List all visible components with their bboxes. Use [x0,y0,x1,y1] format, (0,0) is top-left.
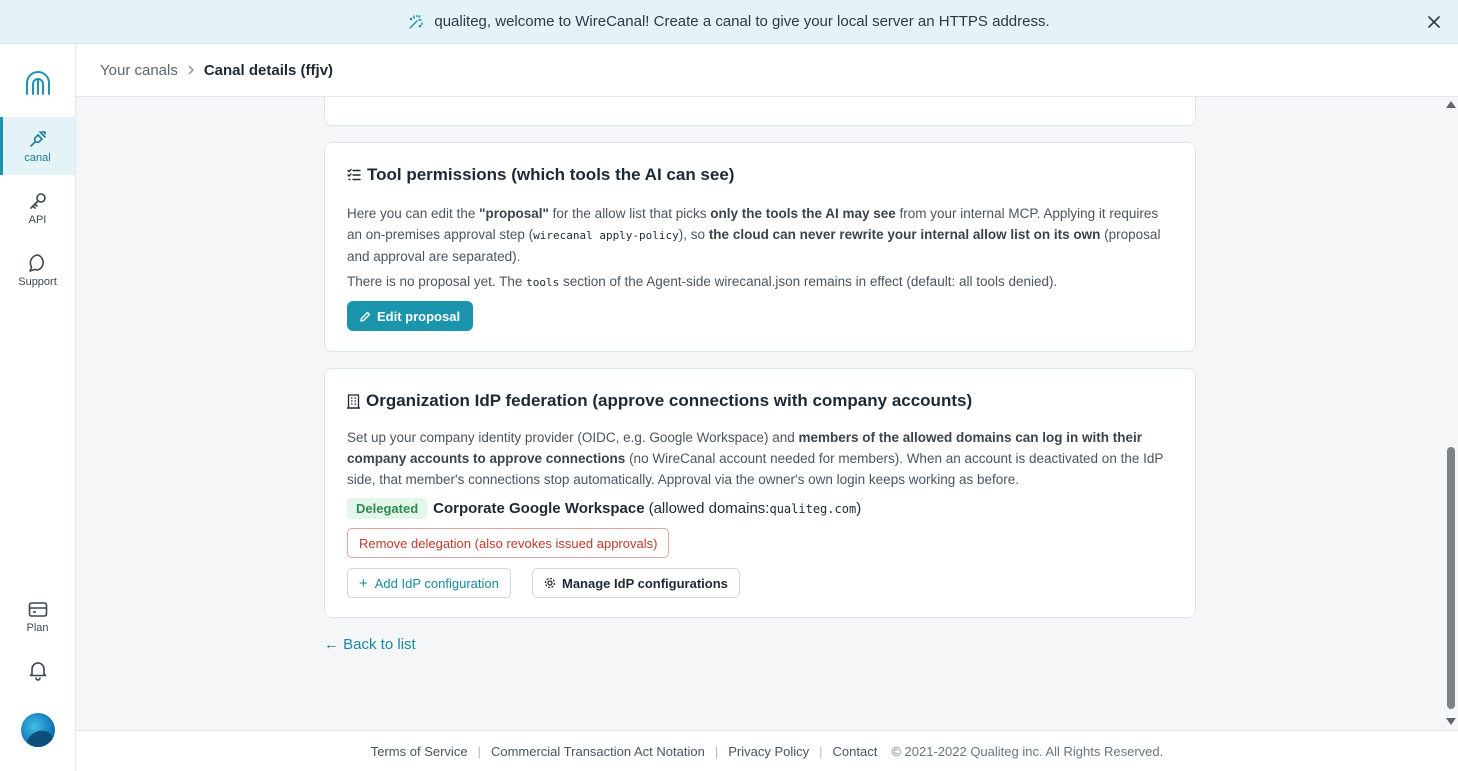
breadcrumb: Your canals Canal details (ffjv) [100,62,333,79]
plus-icon: + [359,574,368,592]
idp-name: Corporate Google Workspace [433,500,645,517]
pencil-icon [360,311,371,322]
delegation-row: Delegated Corporate Google Workspace (al… [347,498,861,519]
chat-bubble-icon [28,253,44,272]
plug-icon [29,130,46,147]
bell-icon[interactable] [27,659,49,681]
gear-icon [544,577,556,589]
terms-of-service-link[interactable]: Terms of Service [371,744,468,759]
edit-proposal-button[interactable]: Edit proposal [347,301,474,331]
sidebar-item-support[interactable]: Support [0,241,75,299]
idp-federation-card: Organization IdP federation (approve con… [324,368,1196,618]
domains-suffix: ) [856,500,862,517]
scroll-up-arrow-icon[interactable] [1446,101,1456,108]
banner-message: qualiteg, welcome to WireCanal! Create a… [434,13,1050,30]
copyright: © 2021-2022 Qualiteg inc. All Rights Res… [891,743,1164,759]
sidebar-item-plan[interactable]: Plan [0,588,75,646]
wirecanal-logo-icon[interactable] [24,70,52,96]
tool-permissions-title: Tool permissions (which tools the AI can… [347,165,734,185]
sidebar-item-label: API [28,213,47,226]
idp-federation-description: Set up your company identity provider (O… [347,430,1164,487]
scroll-down-arrow-icon[interactable] [1446,718,1456,725]
header: Your canals Canal details (ffjv) [76,44,1458,97]
card-icon [28,601,47,617]
footer-divider: | [477,743,481,759]
key-icon [29,192,46,209]
footer: Terms of Service | Commercial Transactio… [76,730,1458,771]
avatar[interactable] [21,713,55,747]
commercial-transaction-link[interactable]: Commercial Transaction Act Notation [491,744,705,759]
sidebar-item-api[interactable]: API [0,179,75,237]
scrollbar-thumb[interactable] [1447,447,1455,709]
remove-delegation-button[interactable]: Remove delegation (also revokes issued a… [347,528,670,558]
privacy-policy-link[interactable]: Privacy Policy [728,744,809,759]
footer-divider: | [819,743,823,759]
status-badge: Delegated [347,498,428,519]
checklist-icon [347,168,361,181]
footer-divider: | [714,743,719,759]
main-content: Tool permissions (which tools the AI can… [76,97,1444,730]
tool-permissions-card: Tool permissions (which tools the AI can… [324,142,1196,352]
scrollbar[interactable] [1444,97,1458,730]
sidebar-item-label: Support [18,275,57,288]
tool-permissions-status: There is no proposal yet. The tools sect… [347,274,1058,289]
breadcrumb-your-canals[interactable]: Your canals [100,62,178,79]
chevron-right-icon [187,65,195,75]
tool-permissions-description: Here you can edit the "proposal" for the… [347,206,1161,264]
back-to-list-link[interactable]: ← Back to list [324,636,416,653]
sidebar-item-label: Plan [26,621,49,634]
domains-prefix: (allowed domains: [648,500,770,517]
idp-federation-title: Organization IdP federation (approve con… [347,391,972,411]
welcome-banner: qualiteg, welcome to WireCanal! Create a… [0,0,1458,44]
add-idp-configuration-button[interactable]: + Add IdP configuration [347,568,511,598]
close-icon[interactable] [1424,12,1444,32]
manage-idp-configurations-button[interactable]: Manage IdP configurations [532,568,740,598]
previous-card [324,97,1196,126]
sidebar-item-label: canal [24,151,51,164]
sidebar-item-canal[interactable]: canal [0,117,75,175]
breadcrumb-current: Canal details (ffjv) [203,61,334,79]
building-icon [347,393,360,409]
sparkle-icon [408,14,424,30]
contact-link[interactable]: Contact [833,744,878,759]
sidebar: canal API Support Plan [0,44,76,771]
allowed-domain: qualiteg.com [769,501,857,516]
